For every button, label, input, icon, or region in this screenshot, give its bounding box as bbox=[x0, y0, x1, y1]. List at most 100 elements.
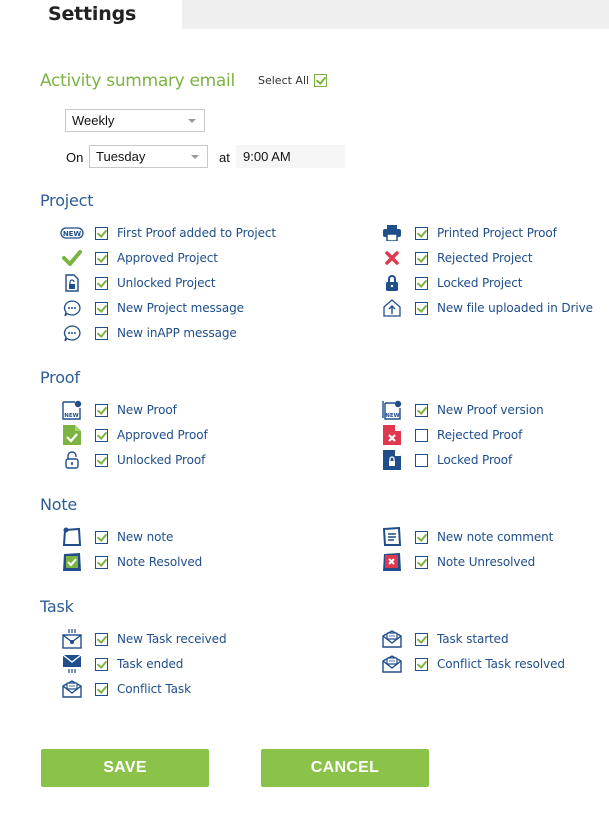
envelope-message-icon bbox=[379, 655, 405, 673]
checkbox[interactable] bbox=[95, 682, 108, 696]
list-item[interactable]: Note Unresolved bbox=[379, 553, 535, 571]
save-button[interactable]: SAVE bbox=[41, 749, 209, 787]
item-label: Unlocked Proof bbox=[117, 453, 206, 467]
checkbox[interactable] bbox=[95, 428, 108, 442]
checkbox[interactable] bbox=[415, 555, 428, 569]
cancel-button[interactable]: CANCEL bbox=[261, 749, 429, 787]
chat-bubble-icon bbox=[59, 324, 85, 342]
group-title-note: Note bbox=[40, 495, 78, 514]
item-label: New note comment bbox=[437, 530, 554, 544]
on-label: On bbox=[66, 150, 84, 165]
list-item[interactable]: New file uploaded in Drive bbox=[379, 299, 593, 317]
item-label: Locked Proof bbox=[437, 453, 513, 467]
checkbox[interactable] bbox=[415, 428, 428, 442]
select-all-toggle[interactable]: Select All bbox=[258, 74, 328, 87]
list-item[interactable]: Conflict Task resolved bbox=[379, 655, 565, 673]
list-item[interactable]: New Task received bbox=[59, 629, 227, 649]
frequency-value: Weekly bbox=[72, 113, 115, 128]
locked-proof-icon bbox=[379, 450, 405, 470]
envelope-filled-icon bbox=[59, 654, 85, 673]
checkbox[interactable] bbox=[415, 403, 428, 417]
list-item[interactable]: Rejected Proof bbox=[379, 425, 522, 445]
checkbox[interactable] bbox=[95, 301, 108, 315]
printer-icon bbox=[379, 224, 405, 242]
checkbox[interactable] bbox=[415, 251, 428, 265]
chat-bubble-icon bbox=[59, 299, 85, 317]
checkbox[interactable] bbox=[415, 632, 428, 646]
list-item[interactable]: Task ended bbox=[59, 654, 184, 673]
list-item[interactable]: Approved Proof bbox=[59, 425, 208, 445]
time-input[interactable]: 9:00 AM bbox=[236, 145, 345, 168]
item-label: New Proof version bbox=[437, 403, 544, 417]
list-item[interactable]: NEW First Proof added to Project bbox=[59, 224, 276, 242]
list-item[interactable]: Unlocked Proof bbox=[59, 451, 205, 469]
item-label: Rejected Project bbox=[437, 251, 533, 265]
item-label: Task ended bbox=[117, 657, 184, 671]
approved-proof-icon bbox=[59, 425, 85, 445]
frequency-select[interactable]: Weekly bbox=[65, 109, 205, 132]
checkbox[interactable] bbox=[95, 453, 108, 467]
note-comment-icon bbox=[379, 527, 405, 546]
checkbox[interactable] bbox=[415, 276, 428, 290]
checkbox[interactable] bbox=[95, 530, 108, 544]
checkbox[interactable] bbox=[415, 226, 428, 240]
list-item[interactable]: Approved Project bbox=[59, 249, 218, 267]
item-label: New file uploaded in Drive bbox=[437, 301, 593, 315]
item-label: New Task received bbox=[117, 632, 227, 646]
svg-text:NEW: NEW bbox=[63, 230, 82, 238]
page-title: Settings bbox=[48, 3, 137, 25]
at-label: at bbox=[219, 150, 230, 165]
item-label: Approved Project bbox=[117, 251, 218, 265]
upload-icon bbox=[379, 299, 405, 317]
checkbox[interactable] bbox=[95, 226, 108, 240]
checkbox[interactable] bbox=[95, 276, 108, 290]
checkbox[interactable] bbox=[95, 326, 108, 340]
item-label: Locked Project bbox=[437, 276, 523, 290]
checkbox[interactable] bbox=[415, 657, 428, 671]
envelope-message-icon bbox=[59, 680, 85, 698]
tab-settings[interactable]: Settings bbox=[0, 0, 182, 29]
checkbox[interactable] bbox=[415, 453, 428, 467]
chevron-down-icon bbox=[188, 119, 196, 123]
item-label: Conflict Task resolved bbox=[437, 657, 565, 671]
list-item[interactable]: New inAPP message bbox=[59, 324, 237, 342]
day-select[interactable]: Tuesday bbox=[89, 145, 208, 168]
checkbox[interactable] bbox=[95, 403, 108, 417]
list-item[interactable]: New Project message bbox=[59, 299, 244, 317]
activity-summary-title: Activity summary email bbox=[40, 71, 235, 91]
list-item[interactable]: NEW New Proof version bbox=[379, 400, 544, 420]
list-item[interactable]: Locked Project bbox=[379, 274, 523, 292]
list-item[interactable]: Unlocked Project bbox=[59, 274, 216, 292]
item-label: Note Resolved bbox=[117, 555, 203, 569]
list-item[interactable]: New note comment bbox=[379, 527, 554, 546]
checkbox[interactable] bbox=[95, 555, 108, 569]
item-label: New note bbox=[117, 530, 174, 544]
list-item[interactable]: Locked Proof bbox=[379, 450, 513, 470]
list-item[interactable]: Note Resolved bbox=[59, 553, 202, 571]
header-bar: Settings bbox=[0, 0, 609, 29]
svg-text:NEW: NEW bbox=[385, 413, 399, 419]
new-proof-icon: NEW bbox=[59, 400, 85, 420]
list-item[interactable]: New note bbox=[59, 527, 174, 546]
list-item[interactable]: NEW New Proof bbox=[59, 400, 177, 420]
checkbox[interactable] bbox=[95, 251, 108, 265]
list-item[interactable]: Task started bbox=[379, 630, 509, 648]
day-value: Tuesday bbox=[96, 149, 146, 164]
checkbox[interactable] bbox=[95, 657, 108, 671]
checkbox[interactable] bbox=[415, 301, 428, 315]
list-item[interactable]: Rejected Project bbox=[379, 249, 533, 267]
list-item[interactable]: Printed Project Proof bbox=[379, 224, 557, 242]
svg-text:NEW: NEW bbox=[64, 413, 78, 419]
envelope-message-icon bbox=[379, 630, 405, 648]
select-all-checkbox[interactable] bbox=[314, 74, 328, 87]
group-title-task: Task bbox=[40, 597, 74, 616]
note-resolved-icon bbox=[59, 553, 85, 571]
group-title-proof: Proof bbox=[40, 368, 80, 387]
item-label: Printed Project Proof bbox=[437, 226, 557, 240]
checkbox[interactable] bbox=[95, 632, 108, 646]
new-proof-version-icon: NEW bbox=[379, 400, 405, 420]
checkbox[interactable] bbox=[415, 530, 428, 544]
list-item[interactable]: Conflict Task bbox=[59, 680, 191, 698]
x-mark-icon bbox=[379, 249, 405, 267]
select-all-label: Select All bbox=[258, 74, 310, 87]
